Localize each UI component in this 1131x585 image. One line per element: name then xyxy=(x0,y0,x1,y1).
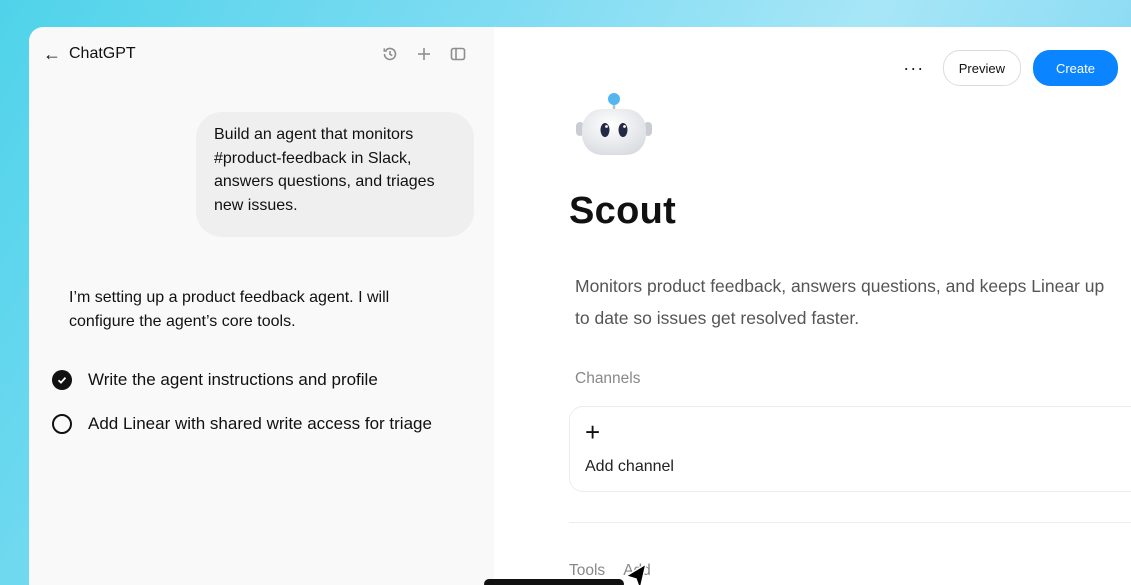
tools-label: Tools xyxy=(569,562,606,579)
create-button[interactable]: Create xyxy=(1032,50,1118,86)
add-channel-button[interactable]: + Add channel xyxy=(569,406,1131,492)
builder-actions: ··· Preview Create xyxy=(897,50,1118,86)
assistant-message: I’m setting up a product feedback agent.… xyxy=(69,289,390,330)
chat-title: ChatGPT xyxy=(69,45,136,62)
sidebar-toggle-icon[interactable] xyxy=(448,44,468,64)
preview-button[interactable]: Preview xyxy=(942,50,1021,86)
task-item-pending: Add Linear with shared write access for … xyxy=(52,414,432,434)
robot-avatar-icon[interactable] xyxy=(574,89,654,169)
plus-icon: + xyxy=(585,417,601,447)
checkmark-icon xyxy=(52,370,72,390)
task-label: Write the agent instructions and profile xyxy=(88,370,378,389)
history-icon[interactable] xyxy=(380,44,400,64)
chat-topbar: ← ChatGPT xyxy=(29,27,494,83)
section-divider xyxy=(569,522,1131,523)
agent-description[interactable]: Monitors product feedback, answers quest… xyxy=(575,270,1115,334)
plus-icon[interactable] xyxy=(414,44,434,64)
back-arrow-icon: ← xyxy=(43,44,61,64)
add-channel-label: Add channel xyxy=(585,458,674,475)
agent-name[interactable]: Scout xyxy=(569,190,676,233)
channels-label: Channels xyxy=(575,370,641,387)
task-label: Add Linear with shared write access for … xyxy=(88,414,432,433)
mouse-pointer-icon xyxy=(622,562,654,585)
more-options-icon[interactable]: ··· xyxy=(897,51,931,85)
chat-toolbar xyxy=(380,44,468,64)
task-item-done: Write the agent instructions and profile xyxy=(52,370,378,390)
agent-builder-panel: ··· Preview Create Scout Monitors produc… xyxy=(494,27,1131,585)
chat-panel: ← ChatGPT Build an agent that monitors #… xyxy=(29,27,494,585)
user-message: Build an agent that monitors #product-fe… xyxy=(196,112,474,237)
back-button[interactable]: ← ChatGPT xyxy=(43,44,136,64)
empty-circle-icon xyxy=(52,414,72,434)
bottom-overlay-bar xyxy=(484,579,624,585)
